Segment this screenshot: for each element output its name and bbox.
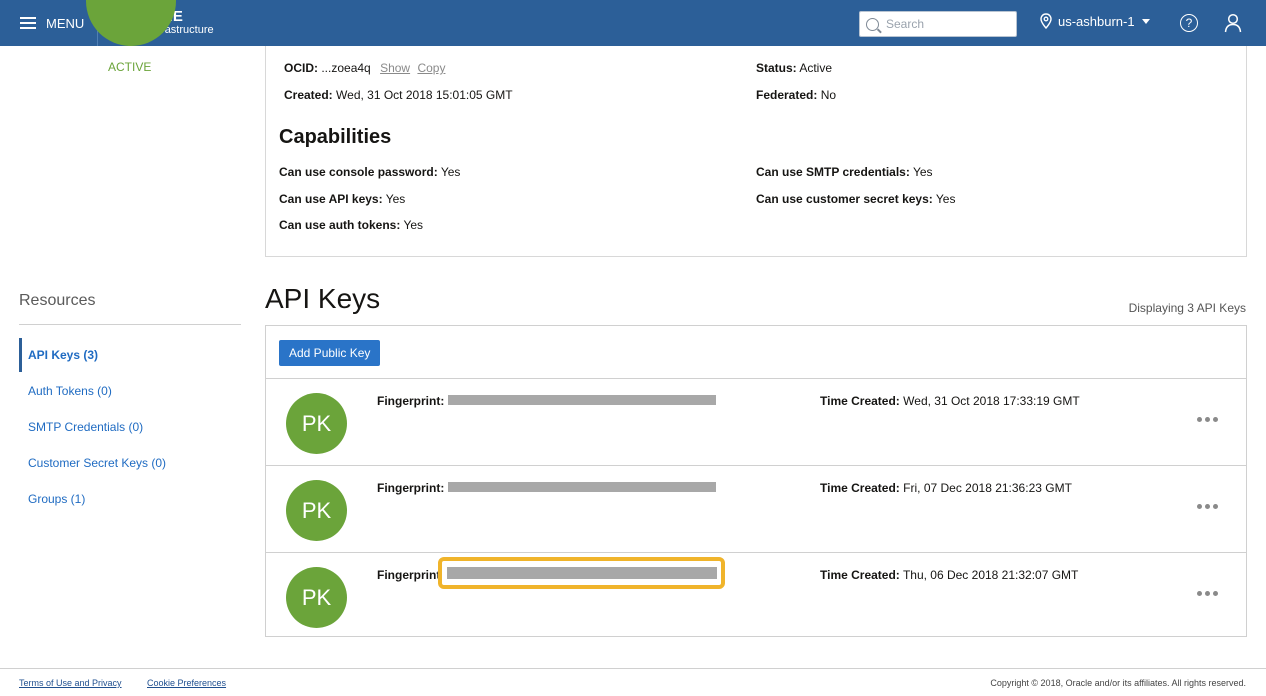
api-keys-list: Add Public Key PK Fingerprint: Time Crea… bbox=[265, 325, 1247, 637]
fingerprint-redacted bbox=[447, 567, 717, 579]
menu-label: MENU bbox=[46, 15, 85, 31]
time-created-label: Time Created: bbox=[820, 568, 900, 582]
key-avatar: PK bbox=[286, 393, 347, 454]
page-footer: Terms of Use and Privacy Cookie Preferen… bbox=[0, 668, 1266, 696]
status-row: Status: Active bbox=[756, 61, 832, 75]
capability-api-keys: Can use API keys: Yes bbox=[279, 192, 405, 206]
status-label: Status: bbox=[756, 61, 797, 75]
time-created-value: Fri, 07 Dec 2018 21:36:23 GMT bbox=[903, 481, 1072, 495]
search-icon bbox=[866, 17, 879, 31]
region-label: us-ashburn-1 bbox=[1058, 13, 1135, 29]
time-created-label: Time Created: bbox=[820, 394, 900, 408]
api-key-row: PK Fingerprint: Time Created: Thu, 06 De… bbox=[266, 552, 1246, 639]
search-input[interactable] bbox=[886, 17, 1006, 31]
capability-value: Yes bbox=[403, 218, 424, 232]
show-ocid-link[interactable]: Show bbox=[380, 61, 410, 75]
fingerprint-label: Fingerprint: bbox=[377, 394, 445, 408]
api-keys-count: Displaying 3 API Keys bbox=[1128, 301, 1246, 315]
resource-item-smtp-credentials[interactable]: SMTP Credentials (0) bbox=[19, 410, 241, 444]
created-row: Created: Wed, 31 Oct 2018 15:01:05 GMT bbox=[284, 88, 513, 102]
search-box[interactable] bbox=[859, 11, 1017, 37]
created-label: Created: bbox=[284, 88, 333, 102]
capability-label: Can use auth tokens: bbox=[279, 218, 401, 232]
capability-customer-secret: Can use customer secret keys: Yes bbox=[756, 192, 955, 206]
time-created: Time Created: Wed, 31 Oct 2018 17:33:19 … bbox=[820, 394, 1080, 408]
fingerprint-redacted bbox=[448, 482, 716, 492]
hamburger-icon bbox=[20, 17, 36, 29]
row-actions-menu-icon[interactable] bbox=[1197, 504, 1218, 509]
ocid-row: OCID: ...zoea4q Show Copy bbox=[284, 61, 445, 75]
location-pin-icon bbox=[1040, 13, 1052, 29]
time-created: Time Created: Thu, 06 Dec 2018 21:32:07 … bbox=[820, 568, 1078, 582]
time-created: Time Created: Fri, 07 Dec 2018 21:36:23 … bbox=[820, 481, 1072, 495]
capability-smtp: Can use SMTP credentials: Yes bbox=[756, 165, 933, 179]
copy-ocid-link[interactable]: Copy bbox=[417, 61, 445, 75]
created-value: Wed, 31 Oct 2018 15:01:05 GMT bbox=[336, 88, 513, 102]
resource-item-customer-secret-keys[interactable]: Customer Secret Keys (0) bbox=[19, 446, 241, 480]
capability-value: Yes bbox=[385, 192, 406, 206]
fingerprint-highlight bbox=[438, 557, 725, 589]
help-icon[interactable]: ? bbox=[1180, 14, 1198, 32]
chevron-down-icon bbox=[1141, 18, 1150, 24]
resource-item-api-keys[interactable]: API Keys (3) bbox=[19, 338, 241, 372]
add-public-key-button[interactable]: Add Public Key bbox=[279, 340, 381, 366]
federated-label: Federated: bbox=[756, 88, 818, 102]
capability-label: Can use API keys: bbox=[279, 192, 383, 206]
api-key-row: PK Fingerprint: Time Created: Fri, 07 De… bbox=[266, 465, 1246, 552]
fingerprint-redacted bbox=[448, 395, 716, 405]
api-keys-heading: API Keys bbox=[265, 283, 381, 314]
federated-value: No bbox=[820, 88, 837, 102]
capability-value: Yes bbox=[440, 165, 461, 179]
capability-label: Can use SMTP credentials: bbox=[756, 165, 910, 179]
user-profile-icon[interactable] bbox=[1224, 13, 1242, 38]
copyright-text: Copyright © 2018, Oracle and/or its affi… bbox=[990, 678, 1246, 688]
user-details-panel: OCID: ...zoea4q Show Copy Created: Wed, … bbox=[265, 46, 1247, 257]
region-selector[interactable]: us-ashburn-1 bbox=[1040, 13, 1150, 29]
capabilities-heading: Capabilities bbox=[279, 126, 392, 148]
status-value: Active bbox=[799, 61, 833, 75]
ocid-label: OCID: bbox=[284, 61, 318, 75]
time-created-label: Time Created: bbox=[820, 481, 900, 495]
federated-row: Federated: No bbox=[756, 88, 836, 102]
user-avatar bbox=[86, 0, 176, 50]
row-actions-menu-icon[interactable] bbox=[1197, 591, 1218, 596]
resources-heading: Resources bbox=[19, 292, 96, 309]
key-avatar: PK bbox=[286, 480, 347, 541]
fingerprint-label: Fingerprint: bbox=[377, 481, 445, 495]
capability-label: Can use console password: bbox=[279, 165, 438, 179]
fingerprint-label: Fingerprint: bbox=[377, 568, 445, 582]
resource-item-groups[interactable]: Groups (1) bbox=[19, 482, 241, 516]
terms-link[interactable]: Terms of Use and Privacy bbox=[19, 678, 122, 688]
time-created-value: Wed, 31 Oct 2018 17:33:19 GMT bbox=[903, 394, 1080, 408]
capability-console-password: Can use console password: Yes bbox=[279, 165, 460, 179]
resource-item-auth-tokens[interactable]: Auth Tokens (0) bbox=[19, 374, 241, 408]
capability-label: Can use customer secret keys: bbox=[756, 192, 933, 206]
api-key-row: PK Fingerprint: Time Created: Wed, 31 Oc… bbox=[266, 378, 1246, 465]
resources-divider bbox=[19, 324, 241, 325]
ocid-value: ...zoea4q bbox=[321, 61, 371, 75]
key-avatar: PK bbox=[286, 567, 347, 628]
capability-auth-tokens: Can use auth tokens: Yes bbox=[279, 218, 423, 232]
capability-value: Yes bbox=[912, 165, 933, 179]
top-navigation-bar: MENU ORACLE Cloud Infrastructure us-ashb… bbox=[0, 0, 1266, 46]
capability-value: Yes bbox=[935, 192, 956, 206]
menu-button[interactable]: MENU bbox=[0, 0, 98, 46]
time-created-value: Thu, 06 Dec 2018 21:32:07 GMT bbox=[902, 568, 1079, 582]
user-status: ACTIVE bbox=[108, 60, 152, 74]
cookie-preferences-link[interactable]: Cookie Preferences bbox=[147, 678, 226, 688]
row-actions-menu-icon[interactable] bbox=[1197, 417, 1218, 422]
